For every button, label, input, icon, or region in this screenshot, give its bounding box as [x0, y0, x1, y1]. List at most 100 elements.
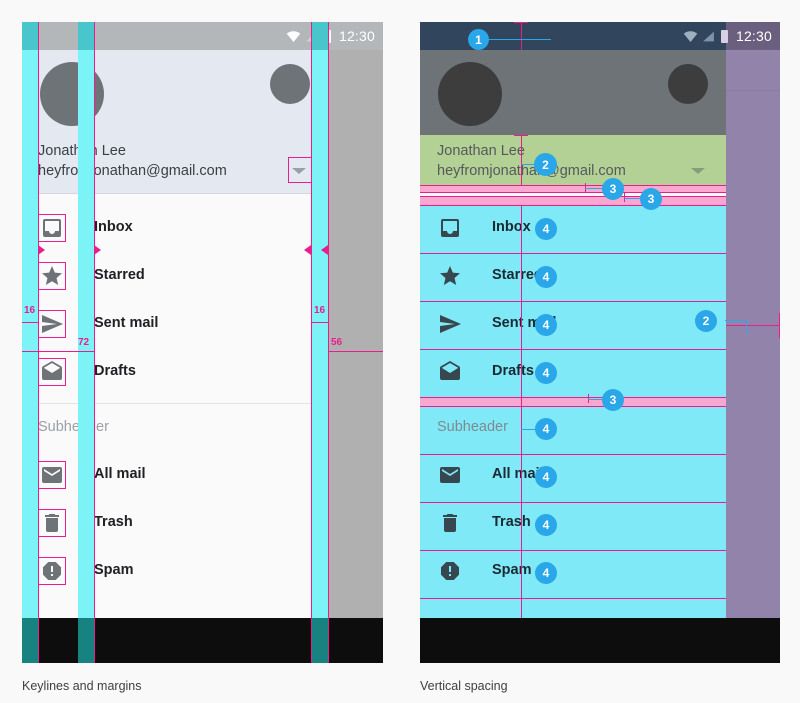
panel-caption-vertical: Vertical spacing: [420, 679, 508, 693]
guide-line-vertical: [94, 22, 95, 663]
inbox-icon: [438, 216, 462, 240]
caret-measure-box: [288, 157, 312, 183]
content-area-divider-right: [726, 90, 780, 91]
spacing-badge-4: 4: [535, 362, 557, 384]
measure-spine: [521, 205, 522, 618]
spacing-band-pink: [420, 196, 726, 205]
chevron-down-icon[interactable]: [691, 168, 705, 174]
measure-cap: [514, 454, 528, 455]
spacing-badge-3: 3: [602, 389, 624, 411]
drawer-item-label: Inbox: [94, 219, 133, 235]
guide-line-vertical: [328, 22, 329, 663]
measure-cap: [514, 301, 528, 302]
wifi-icon: [683, 30, 698, 42]
signal-icon: [703, 31, 714, 41]
account-email: heyfromjonathan@gmail.com: [437, 163, 626, 179]
measure-spine: [521, 22, 522, 50]
account-email: heyfromjonathan@gmail.com: [38, 163, 227, 179]
spacing-badge-4: 4: [535, 314, 557, 336]
measure-label-72: 72: [78, 337, 90, 348]
drawer-item-label: Sent mail: [94, 315, 159, 331]
status-icons-right: [683, 30, 715, 42]
row-divider-guide: [420, 406, 726, 407]
drawer-item-label: Trash: [94, 514, 133, 530]
measure-tick: [22, 322, 38, 323]
list-row-tint: [420, 598, 726, 618]
measure-cap: [514, 22, 528, 23]
account-header-divider-left: [22, 193, 328, 194]
measure-cap: [514, 550, 528, 551]
drafts-icon: [438, 360, 462, 384]
content-area-right-panel: [726, 50, 780, 618]
system-nav-bar-right: [420, 618, 780, 663]
row-divider-guide: [420, 502, 726, 503]
status-time: 12:30: [338, 28, 375, 44]
spacing-badge-4: 4: [535, 562, 557, 584]
row-divider-guide: [420, 301, 726, 302]
panel-caption-keylines: Keylines and margins: [22, 679, 142, 693]
row-divider-guide: [420, 253, 726, 254]
icon-measure-box: [38, 509, 66, 537]
measure-cap: [514, 349, 528, 350]
avatar[interactable]: [438, 62, 502, 126]
measure-tick: [22, 351, 94, 352]
drawer-item-label: Drafts: [94, 363, 136, 379]
drawer-item-label: Spam: [492, 562, 532, 578]
spacing-badge-2: 2: [695, 310, 717, 332]
spacing-badge-3: 3: [640, 188, 662, 210]
mail-icon: [438, 463, 462, 487]
row-divider-guide: [420, 550, 726, 551]
icon-measure-box: [38, 557, 66, 585]
keyline-arrow-marker: [321, 245, 328, 255]
measure-cap: [514, 253, 528, 254]
measure-spine: [521, 135, 522, 185]
badge-leader-line: [489, 39, 523, 40]
battery-icon: [720, 29, 728, 43]
icon-measure-box: [38, 310, 66, 338]
row-divider-guide: [420, 196, 726, 197]
avatar-secondary[interactable]: [668, 64, 708, 104]
list-section-divider-left: [22, 403, 328, 404]
keyline-band-left-margin: [22, 50, 38, 618]
keyline-band-icon-keyline: [78, 618, 94, 663]
measure-cap: [514, 135, 528, 136]
spacing-band-pink: [420, 397, 726, 406]
drawer-item-label: Drafts: [492, 363, 534, 379]
wifi-icon: [286, 30, 301, 42]
list-row-tint: [420, 205, 726, 253]
subheader-label: Subheader: [437, 419, 508, 435]
guide-line-vertical: [311, 22, 312, 663]
spacing-badge-4: 4: [535, 266, 557, 288]
measure-label-16-left: 16: [24, 305, 36, 316]
spacing-badge-1: 1: [468, 29, 489, 50]
measure-label-56: 56: [331, 337, 343, 348]
keyline-arrow-marker: [94, 245, 101, 255]
measure-tick: [312, 322, 328, 323]
list-row-tint: [420, 301, 726, 349]
list-row-tint: [420, 454, 726, 502]
measure-cap: [514, 406, 528, 407]
row-divider-guide: [420, 454, 726, 455]
account-name: Jonathan Lee: [437, 143, 525, 159]
spacing-badge-4: 4: [535, 218, 557, 240]
row-divider-guide: [420, 598, 726, 599]
measure-label-16-right: 16: [314, 305, 326, 316]
spacing-badge-4: 4: [535, 514, 557, 536]
list-row-tint: [420, 349, 726, 397]
list-row-tint: [420, 502, 726, 550]
badge-leader-line: [521, 39, 551, 40]
content-area-left-panel: [328, 44, 383, 618]
measure-cap: [514, 205, 528, 206]
spacing-badge-4: 4: [535, 466, 557, 488]
measure-cap: [514, 598, 528, 599]
measure-spine: [779, 313, 780, 338]
keyline-band-left-margin: [22, 618, 38, 663]
row-divider-guide: [420, 205, 726, 206]
send-icon: [438, 312, 462, 336]
keyline-band-right-margin: [312, 618, 328, 663]
keyline-band-left-margin: [22, 22, 38, 50]
row-divider-guide: [420, 349, 726, 350]
avatar-secondary[interactable]: [270, 64, 310, 104]
keyline-arrow-marker: [304, 245, 311, 255]
spacing-badge-4: 4: [535, 418, 557, 440]
